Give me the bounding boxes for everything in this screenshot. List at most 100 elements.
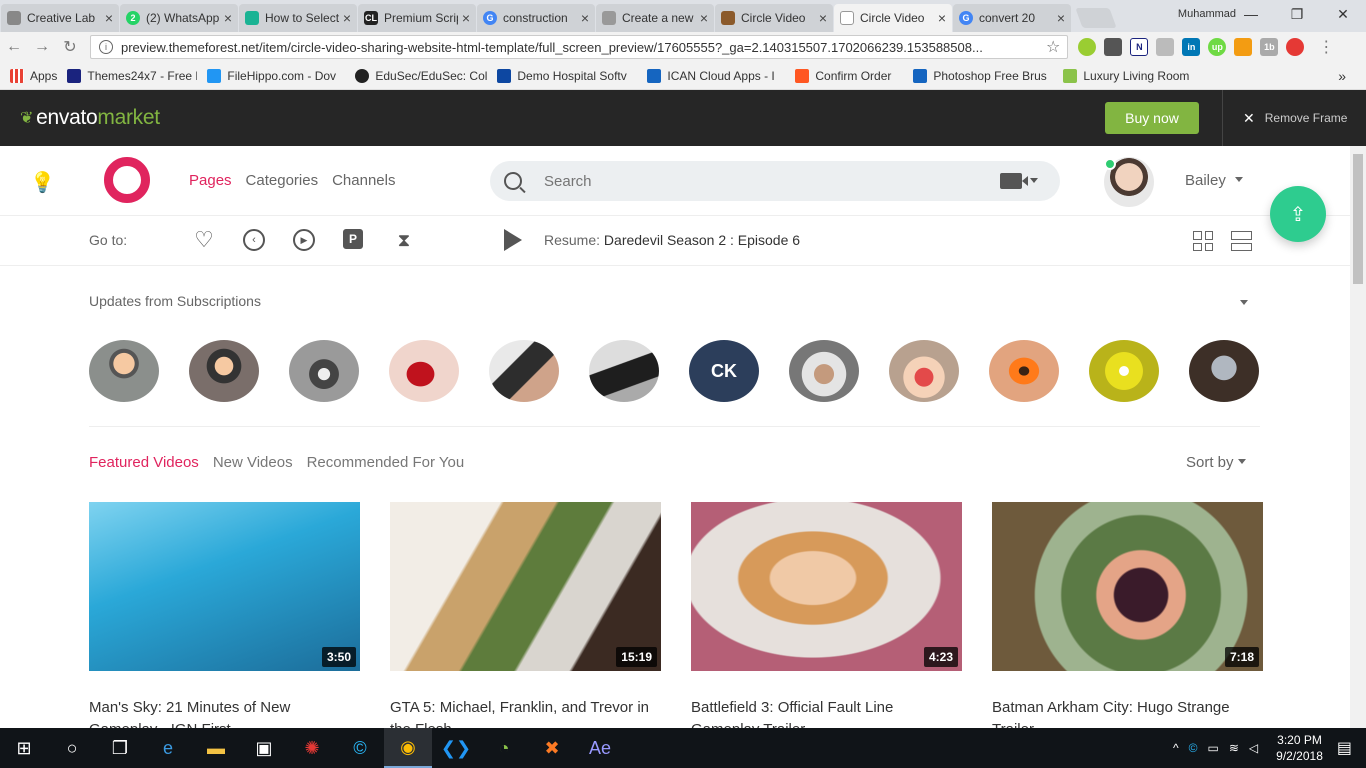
list-view-icon[interactable] bbox=[1231, 231, 1252, 251]
video-thumbnail[interactable]: 3:50 bbox=[89, 502, 360, 671]
video-title[interactable]: Batman Arkham City: Hugo Strange Trailer bbox=[992, 697, 1263, 728]
wifi-icon[interactable]: ≋ bbox=[1229, 741, 1239, 755]
close-icon[interactable]: × bbox=[1057, 10, 1065, 26]
play-icon[interactable] bbox=[504, 229, 522, 251]
bookmark[interactable]: Photoshop Free Brus bbox=[913, 68, 1053, 83]
extension-icon[interactable] bbox=[1078, 38, 1097, 56]
close-icon[interactable]: × bbox=[938, 10, 946, 26]
info-icon[interactable]: i bbox=[99, 40, 113, 54]
scrollbar-thumb[interactable] bbox=[1353, 154, 1363, 284]
nav-channels[interactable]: Channels bbox=[332, 172, 395, 189]
chevron-down-icon[interactable] bbox=[1240, 300, 1248, 309]
edge-icon[interactable]: e bbox=[144, 728, 192, 768]
heart-icon[interactable]: ♡ bbox=[193, 227, 215, 252]
envato-logo[interactable]: ❦ envato market bbox=[20, 106, 160, 130]
extension-icon[interactable]: 1b bbox=[1260, 38, 1279, 56]
browser-tab[interactable]: How to Select × bbox=[239, 4, 357, 32]
extension-icon[interactable] bbox=[1104, 38, 1123, 56]
grid-view-icon[interactable] bbox=[1193, 231, 1213, 251]
video-title[interactable]: Man's Sky: 21 Minutes of New Gameplay - … bbox=[89, 697, 360, 728]
browser-tab[interactable]: Circle Video × bbox=[715, 4, 833, 32]
xampp-icon[interactable]: ✖ bbox=[528, 728, 576, 768]
video-thumbnail[interactable]: 15:19 bbox=[390, 502, 661, 671]
notifications-icon[interactable]: ▤ bbox=[1337, 738, 1352, 758]
browser-tab[interactable]: Gconvert 20 × bbox=[953, 4, 1071, 32]
channel-avatar[interactable] bbox=[89, 340, 159, 402]
video-card[interactable]: 4:23 Battlefield 3: Official Fault Line … bbox=[691, 502, 962, 728]
back-circle-icon[interactable]: ‹ bbox=[243, 229, 265, 251]
channel-avatar[interactable] bbox=[289, 340, 359, 402]
channel-avatar[interactable] bbox=[389, 340, 459, 402]
hourglass-icon[interactable]: ⧗ bbox=[393, 229, 415, 251]
channel-avatar-initials[interactable]: CK bbox=[689, 340, 759, 402]
chrome-icon[interactable]: ◉ bbox=[384, 728, 432, 768]
app-icon[interactable]: ◔ bbox=[480, 728, 528, 768]
buy-now-button[interactable]: Buy now bbox=[1105, 102, 1199, 134]
channel-avatar[interactable] bbox=[789, 340, 859, 402]
remove-frame-button[interactable]: ✕ Remove Frame bbox=[1222, 90, 1347, 146]
channel-avatar[interactable] bbox=[889, 340, 959, 402]
channel-avatar[interactable] bbox=[589, 340, 659, 402]
vscode-icon[interactable]: ❮❯ bbox=[432, 728, 480, 768]
menu-icon[interactable]: ⋮ bbox=[1312, 37, 1340, 57]
maximize-icon[interactable]: ❐ bbox=[1274, 0, 1320, 28]
close-icon[interactable]: × bbox=[700, 10, 708, 26]
tab-featured-videos[interactable]: Featured Videos bbox=[89, 454, 199, 471]
browser-tab[interactable]: 2 (2) WhatsApp × bbox=[120, 4, 238, 32]
nav-pages[interactable]: Pages bbox=[189, 172, 232, 189]
bookmark[interactable]: EduSec/EduSec: Coll bbox=[355, 68, 487, 83]
windows-start-icon[interactable]: ⊞ bbox=[0, 728, 48, 768]
app-icon[interactable]: © bbox=[336, 728, 384, 768]
battery-icon[interactable]: ▭ bbox=[1208, 741, 1219, 755]
close-icon[interactable]: × bbox=[224, 10, 232, 26]
video-title[interactable]: GTA 5: Michael, Franklin, and Trevor in … bbox=[390, 697, 661, 728]
volume-icon[interactable]: ◁ bbox=[1249, 741, 1258, 755]
channel-avatar[interactable] bbox=[189, 340, 259, 402]
chevron-up-icon[interactable]: ^ bbox=[1173, 741, 1179, 755]
upload-button[interactable]: ⇪ bbox=[1270, 186, 1326, 242]
browser-tab[interactable]: CLPremium Scripts× bbox=[358, 4, 476, 32]
file-explorer-icon[interactable]: ▬ bbox=[192, 728, 240, 768]
channel-avatar[interactable] bbox=[1089, 340, 1159, 402]
reload-icon[interactable]: ↻ bbox=[56, 37, 84, 57]
circle-logo[interactable] bbox=[104, 157, 150, 203]
more-bookmarks-icon[interactable]: » bbox=[1338, 68, 1346, 84]
store-icon[interactable]: ▣ bbox=[240, 728, 288, 768]
channel-avatar[interactable] bbox=[989, 340, 1059, 402]
new-tab-button[interactable] bbox=[1075, 8, 1117, 28]
cortana-icon[interactable]: ○ bbox=[48, 728, 96, 768]
search-icon[interactable] bbox=[504, 172, 522, 190]
bookmark-apps[interactable]: Apps bbox=[10, 68, 57, 83]
task-view-icon[interactable]: ❐ bbox=[96, 728, 144, 768]
browser-tab[interactable]: Create a new × bbox=[596, 4, 714, 32]
search-input[interactable] bbox=[544, 172, 964, 190]
tab-new-videos[interactable]: New Videos bbox=[213, 454, 293, 471]
bookmark[interactable]: Luxury Living Room bbox=[1063, 68, 1189, 83]
browser-tab-active[interactable]: Circle Video × bbox=[834, 4, 952, 32]
linkedin-icon[interactable]: in bbox=[1182, 38, 1201, 56]
channel-avatar[interactable] bbox=[1189, 340, 1259, 402]
resume-link[interactable]: Resume: Daredevil Season 2 : Episode 6 bbox=[544, 232, 800, 248]
bookmark-star-icon[interactable]: ☆ bbox=[1046, 37, 1060, 57]
after-effects-icon[interactable]: Ae bbox=[576, 728, 624, 768]
close-icon[interactable]: × bbox=[462, 10, 470, 26]
chevron-down-icon[interactable] bbox=[1030, 178, 1038, 187]
close-window-icon[interactable]: ✕ bbox=[1320, 0, 1366, 28]
app-icon[interactable]: ✺ bbox=[288, 728, 336, 768]
video-card[interactable]: 3:50 Man's Sky: 21 Minutes of New Gamepl… bbox=[89, 502, 360, 728]
video-camera-icon[interactable] bbox=[1000, 173, 1028, 189]
video-card[interactable]: 15:19 GTA 5: Michael, Franklin, and Trev… bbox=[390, 502, 661, 728]
video-thumbnail[interactable]: 7:18 bbox=[992, 502, 1263, 671]
bookmark[interactable]: FileHippo.com - Dov bbox=[207, 68, 345, 83]
close-icon[interactable]: × bbox=[105, 10, 113, 26]
playlist-icon[interactable]: P bbox=[343, 229, 363, 249]
play-circle-icon[interactable]: ▶ bbox=[293, 229, 315, 251]
tab-recommended[interactable]: Recommended For You bbox=[307, 454, 465, 471]
close-icon[interactable]: × bbox=[343, 10, 351, 26]
nav-categories[interactable]: Categories bbox=[246, 172, 319, 189]
user-menu[interactable]: Bailey bbox=[1185, 172, 1243, 189]
extension-icon[interactable] bbox=[1234, 38, 1253, 56]
page-scrollbar[interactable] bbox=[1350, 146, 1366, 728]
close-icon[interactable]: × bbox=[581, 10, 589, 26]
close-icon[interactable]: × bbox=[819, 10, 827, 26]
